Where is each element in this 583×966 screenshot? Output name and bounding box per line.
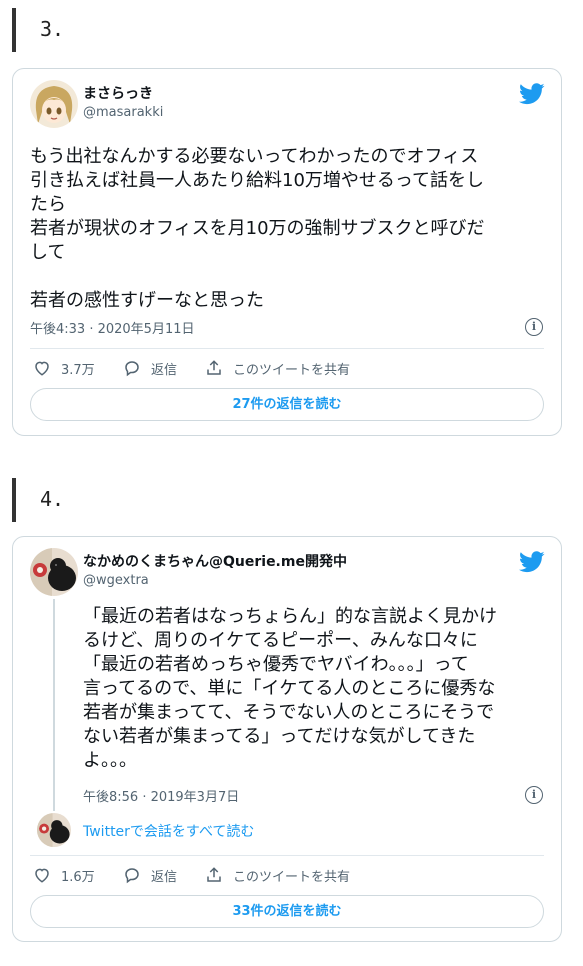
like-count: 1.6万 — [61, 869, 95, 885]
thread-avatar[interactable] — [37, 813, 71, 847]
avatar-image — [30, 80, 78, 128]
heart-icon — [35, 361, 49, 376]
heart-icon — [35, 868, 49, 883]
like-button[interactable]: 1.6万 — [33, 864, 95, 886]
share-button[interactable]: このツイートを共有 — [205, 864, 350, 886]
avatar-image — [37, 813, 71, 847]
read-replies-button[interactable]: 27件の返信を読む — [30, 388, 544, 421]
read-replies-button[interactable]: 33件の返信を読む — [30, 895, 544, 928]
share-button[interactable]: このツイートを共有 — [205, 357, 350, 379]
reply-label: 返信 — [151, 869, 178, 885]
info-icon[interactable]: i — [525, 786, 543, 804]
divider — [30, 348, 544, 349]
reply-label: 返信 — [151, 362, 178, 378]
avatar-image — [30, 548, 78, 596]
section-number: 3. — [40, 17, 65, 41]
section-header-3: 3. — [12, 8, 92, 52]
section-header-4: 4. — [12, 478, 92, 522]
info-icon[interactable]: i — [525, 318, 543, 336]
reply-button[interactable]: 返信 — [123, 357, 177, 379]
twitter-bird-icon[interactable] — [519, 551, 545, 573]
thread-line — [53, 599, 55, 811]
tweet-card-wgextra[interactable]: なかめのくまちゃん@Querie.me開発中 @wgextra 「最近の若者はな… — [12, 536, 562, 942]
share-icon — [207, 867, 221, 882]
share-icon — [207, 360, 221, 375]
tweet-actions: 1.6万 返信 このツイートを共有 — [33, 864, 543, 886]
section-number: 4. — [40, 487, 65, 511]
share-label: このツイートを共有 — [233, 869, 351, 885]
twitter-bird-icon[interactable] — [519, 83, 545, 105]
tweet-timestamp[interactable]: 午後8:56 · 2019年3月7日 — [83, 786, 239, 805]
share-label: このツイートを共有 — [233, 362, 351, 378]
speech-bubble-icon — [125, 868, 139, 884]
user-name[interactable]: まさらっき — [83, 83, 153, 103]
like-count: 3.7万 — [61, 362, 95, 378]
read-full-conversation-link[interactable]: Twitterで会話をすべて読む — [83, 821, 254, 841]
avatar[interactable] — [30, 80, 78, 128]
user-handle[interactable]: @wgextra — [83, 573, 149, 588]
divider — [30, 855, 544, 856]
tweet-card-masarakki[interactable]: まさらっき @masarakki もう出社なんかする必要ないってわかったのでオフ… — [12, 68, 562, 436]
tweet-actions: 3.7万 返信 このツイートを共有 — [33, 357, 543, 379]
tweet-text: もう出社なんかする必要ないってわかったのでオフィス 引き払えば社員一人あたり給料… — [30, 146, 485, 311]
user-name[interactable]: なかめのくまちゃん@Querie.me開発中 — [83, 551, 347, 571]
reply-button[interactable]: 返信 — [123, 864, 177, 886]
like-button[interactable]: 3.7万 — [33, 357, 95, 379]
user-handle[interactable]: @masarakki — [83, 105, 163, 120]
tweet-timestamp[interactable]: 午後4:33 · 2020年5月11日 — [30, 318, 195, 337]
tweet-text: 「最近の若者はなっちょらん」的な言説よく見かけ るけど、周りのイケてるピーポー、… — [83, 606, 497, 771]
avatar[interactable] — [30, 548, 78, 596]
speech-bubble-icon — [125, 361, 139, 377]
